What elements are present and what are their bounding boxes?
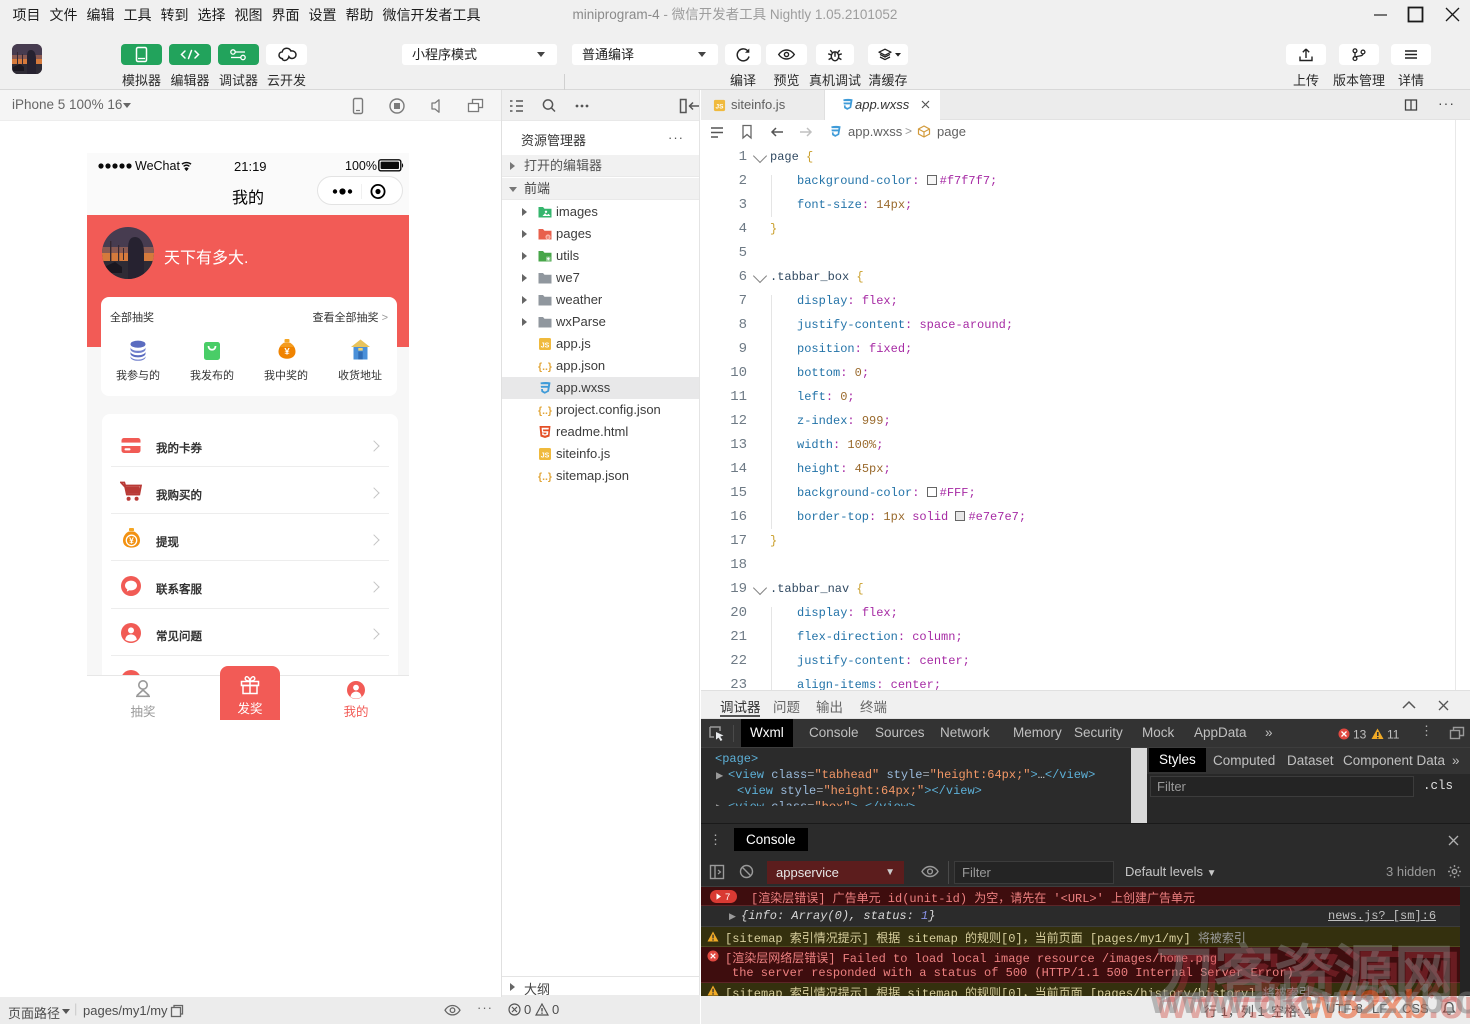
svg-text:7: 7 [725,892,730,903]
svg-text:JS: JS [716,104,725,111]
svg-text:13: 13 [1353,728,1367,742]
svg-text:{..}: {..} [538,361,552,373]
svg-text:¥: ¥ [284,346,290,357]
svg-text:JS: JS [541,342,550,349]
svg-text:¥: ¥ [129,536,134,546]
svg-text:JS: JS [541,452,550,459]
svg-text:11: 11 [1387,728,1400,742]
svg-text:e: e [547,235,550,241]
svg-text:WeChat: WeChat [135,159,180,173]
svg-text:{..}: {..} [538,471,552,483]
svg-text:{..}: {..} [538,405,552,417]
